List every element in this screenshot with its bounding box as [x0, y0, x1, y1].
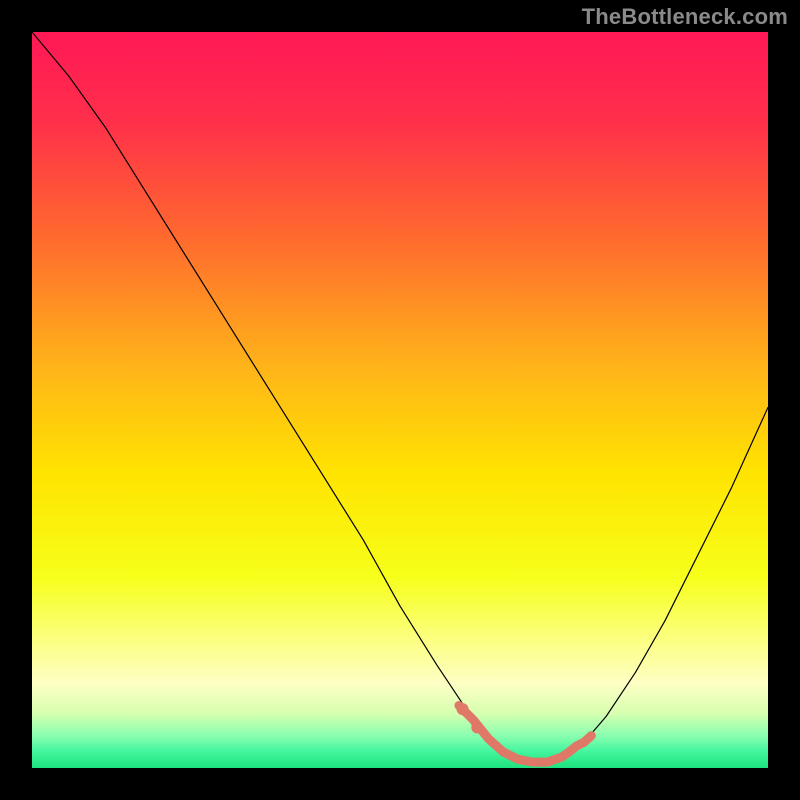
chart-container: TheBottleneck.com: [0, 0, 800, 800]
chart-svg: [32, 32, 768, 768]
watermark-text: TheBottleneck.com: [582, 4, 788, 30]
plot-area: [32, 32, 768, 768]
gradient-background: [32, 32, 768, 768]
marker-dot: [457, 703, 469, 715]
marker-dot: [471, 722, 483, 734]
